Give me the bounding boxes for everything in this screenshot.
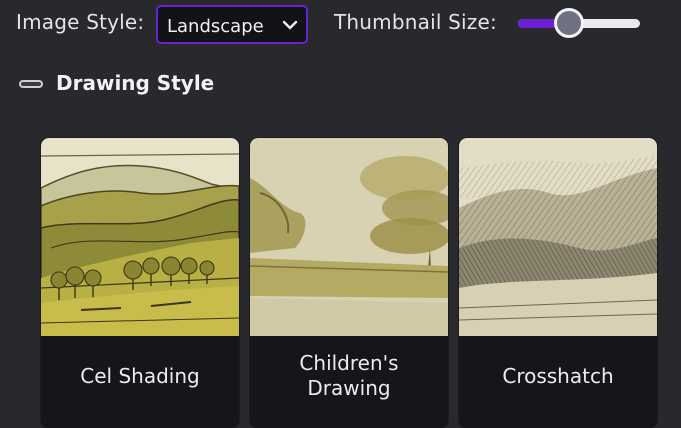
image-style-select[interactable]: Landscape [156, 5, 308, 44]
style-card-cel-shading[interactable]: Cel Shading [41, 138, 239, 428]
image-style-label: Image Style: [16, 10, 145, 34]
image-style-value: Landscape [167, 16, 264, 37]
style-card-childrens-drawing[interactable]: Children's Drawing [250, 138, 448, 428]
section-title: Drawing Style [56, 71, 215, 95]
thumbnail-size-label: Thumbnail Size: [334, 10, 497, 34]
toolbar: Image Style: Landscape Thumbnail Size: [0, 0, 681, 50]
childrens-drawing-thumbnail [250, 138, 448, 336]
card-label: Children's Drawing [299, 351, 399, 400]
chevron-down-icon [282, 20, 298, 30]
style-card-crosshatch[interactable]: Crosshatch [459, 138, 657, 428]
crosshatch-thumbnail [459, 138, 657, 336]
thumbnail-size-slider[interactable] [518, 8, 640, 40]
card-label: Crosshatch [502, 363, 614, 388]
cel-shading-thumbnail [41, 138, 239, 336]
collapse-icon[interactable] [19, 80, 43, 88]
card-label: Cel Shading [80, 363, 200, 388]
slider-thumb[interactable] [554, 8, 584, 38]
